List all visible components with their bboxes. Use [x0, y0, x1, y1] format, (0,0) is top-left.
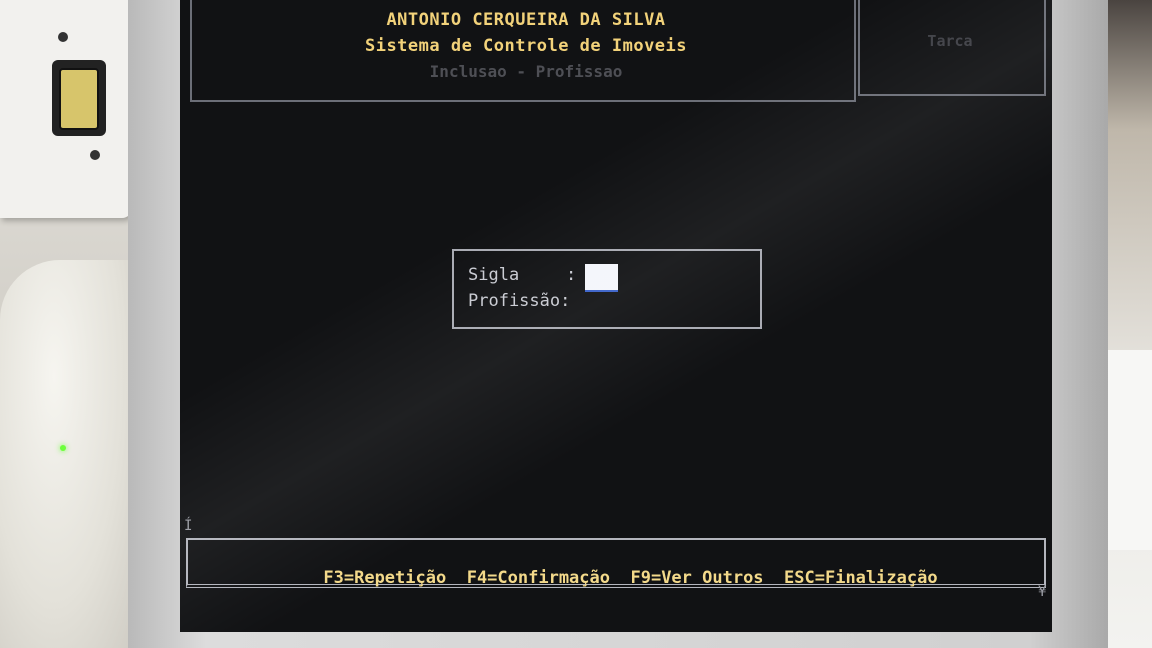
system-title: Sistema de Controle de Imoveis: [364, 36, 688, 56]
esc-finish-key[interactable]: ESC=Finalização: [784, 568, 938, 588]
f9-view-others-key[interactable]: F9=Ver Outros: [630, 568, 763, 588]
screw-icon: [58, 32, 68, 42]
mode-title: Inclusao - Profissao: [429, 62, 623, 81]
frame-corner-mark: Í: [184, 518, 193, 534]
sigla-label: Sigla: [468, 265, 520, 285]
company-name: ANTONIO CERQUEIRA DA SILVA: [386, 10, 666, 30]
sigla-input[interactable]: [585, 264, 618, 292]
header-side-text: Tarca: [927, 32, 973, 50]
f4-confirm-key[interactable]: F4=Confirmação: [467, 568, 610, 588]
right-background: [1102, 0, 1152, 648]
printer-device: [0, 260, 135, 648]
f3-repeat-key[interactable]: F3=Repetição: [323, 568, 446, 588]
profissao-label: Profissão:: [468, 291, 571, 311]
frame-corner-mark: ¥: [1038, 584, 1047, 600]
sigla-colon: :: [566, 265, 577, 285]
status-led-icon: [60, 445, 66, 451]
light-switch: [0, 0, 132, 218]
terminal-screen: ANTONIO CERQUEIRA DA SILVA Sistema de Co…: [180, 0, 1052, 632]
paper-stack: [1107, 350, 1152, 550]
profession-form: Sigla : Profissão:: [452, 249, 762, 329]
switch-rocker-face: [59, 68, 99, 130]
function-keys: F3=Repetição F4=Confirmação F9=Ver Outro…: [180, 548, 1040, 608]
switch-rocker: [52, 60, 106, 136]
screw-icon: [90, 150, 100, 160]
